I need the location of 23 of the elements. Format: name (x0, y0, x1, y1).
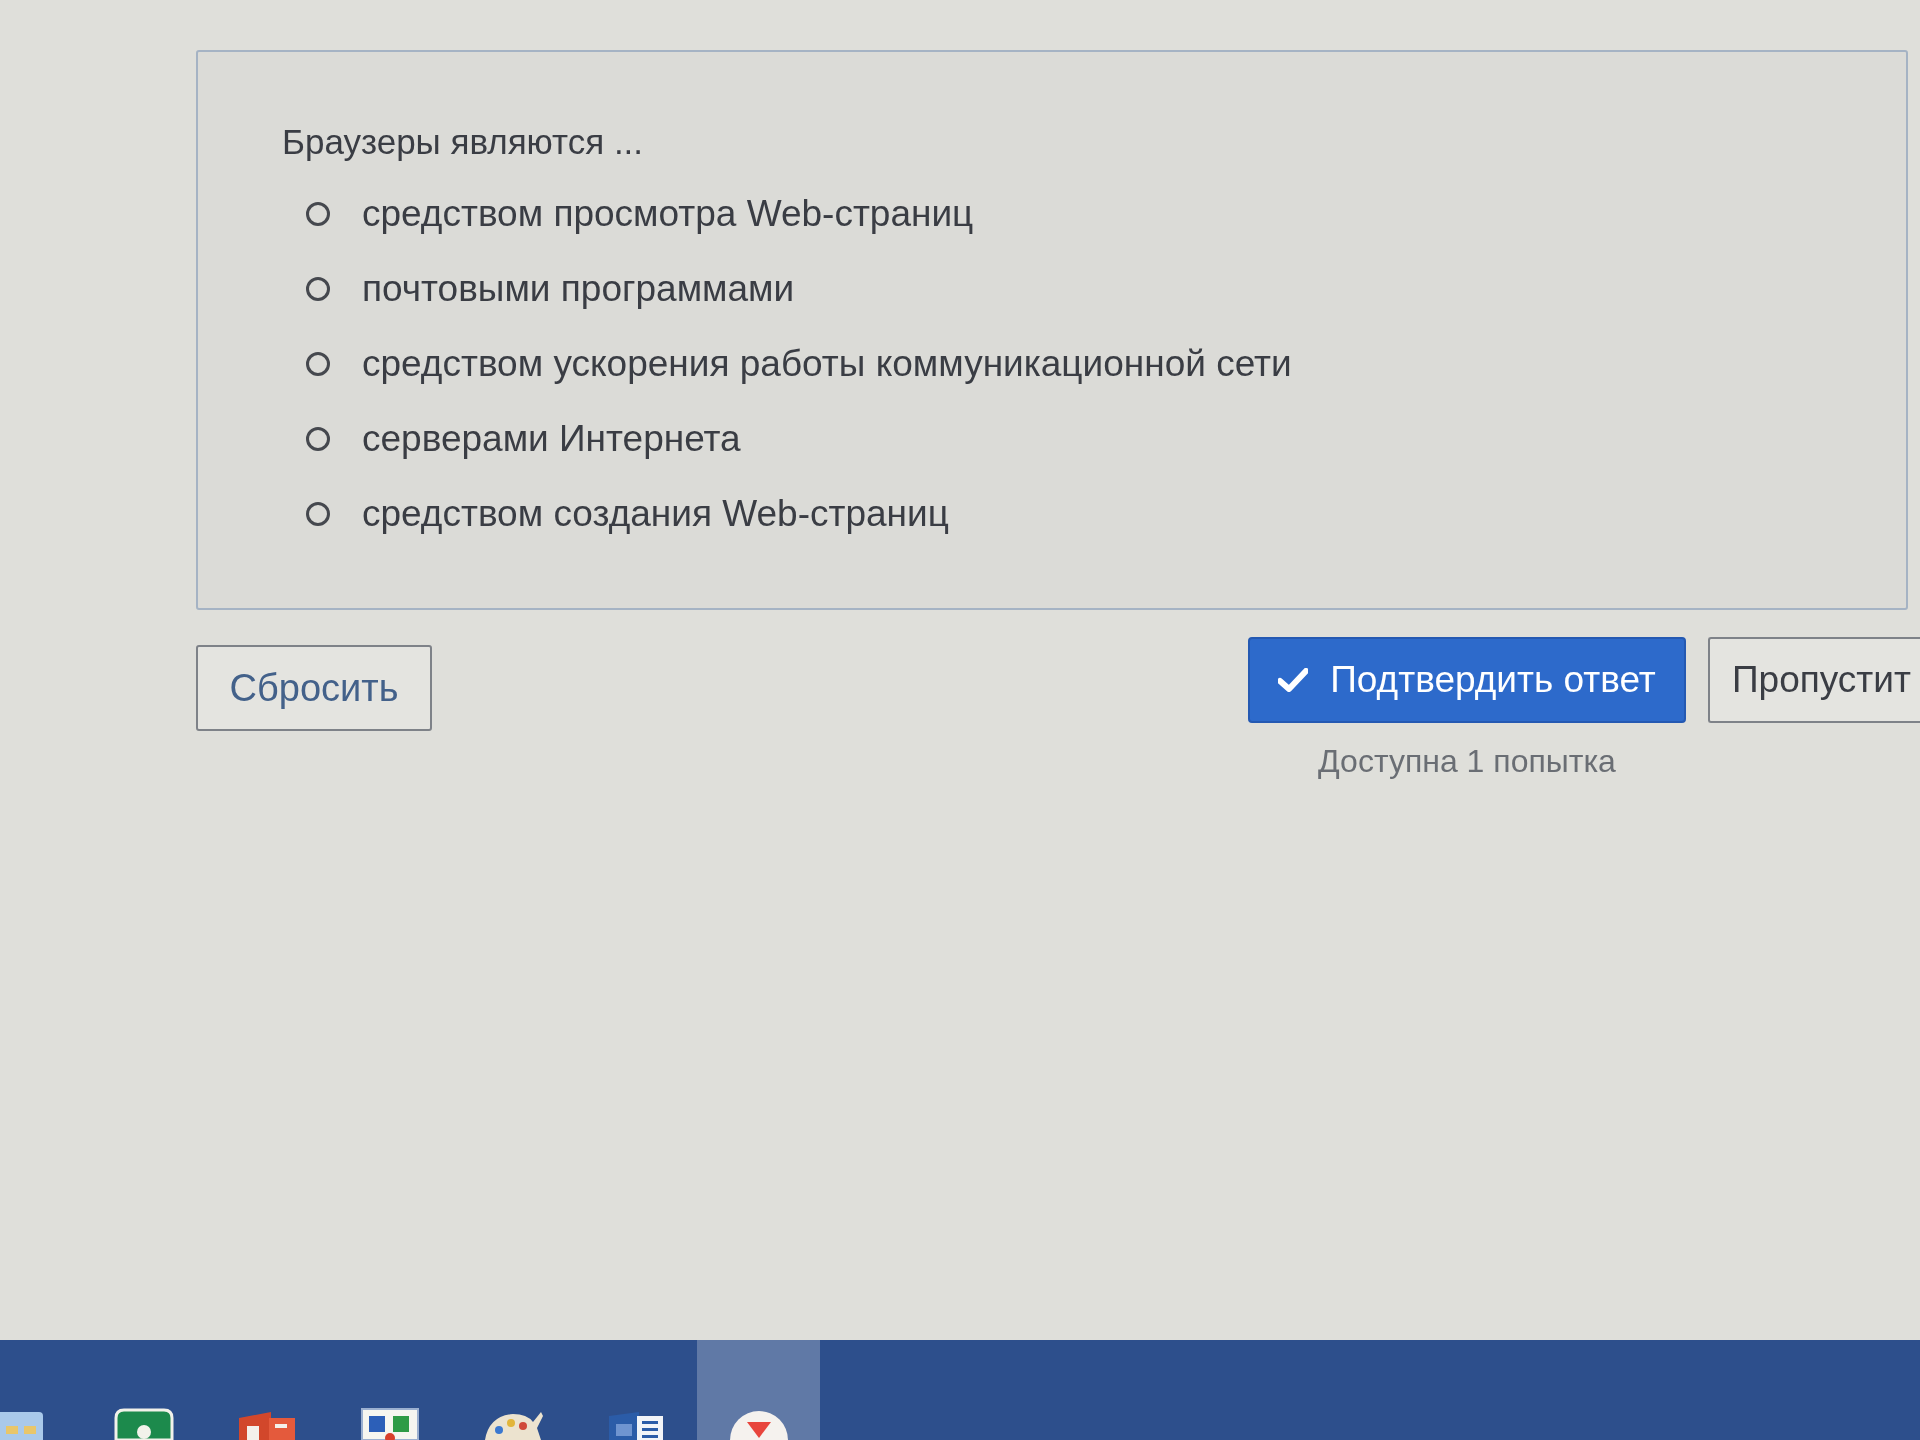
attempts-note: Доступна 1 попытка (1318, 742, 1616, 781)
radio-button[interactable] (306, 501, 330, 526)
book-icon (360, 1408, 419, 1440)
slides-icon (238, 1410, 295, 1440)
radio-button[interactable] (306, 426, 330, 451)
radio-button[interactable] (306, 351, 330, 376)
taskbar-button[interactable] (697, 1340, 820, 1440)
radio-button[interactable] (306, 276, 330, 301)
option-label[interactable]: средством ускорения работы коммуникационной сети (362, 341, 1292, 386)
check-icon (1278, 668, 1309, 692)
reset-button[interactable]: Сбросить (196, 645, 432, 731)
skip-button[interactable]: Пропустит (1708, 637, 1920, 723)
app-tile-icon (113, 1408, 174, 1440)
question-text: Браузеры являются ... (282, 122, 644, 162)
document-icon (608, 1410, 663, 1440)
option-label[interactable]: серверами Интернета (362, 416, 741, 461)
folder-icon (0, 1410, 43, 1440)
option-label[interactable]: средством просмотра Web-страниц (362, 191, 974, 236)
submit-button[interactable]: Подтвердить ответ (1248, 637, 1686, 723)
browser-icon (728, 1408, 789, 1440)
radio-button[interactable] (306, 201, 330, 226)
option-label[interactable]: средством создания Web-страниц (362, 491, 949, 536)
option-label[interactable]: почтовыми программами (362, 266, 795, 311)
